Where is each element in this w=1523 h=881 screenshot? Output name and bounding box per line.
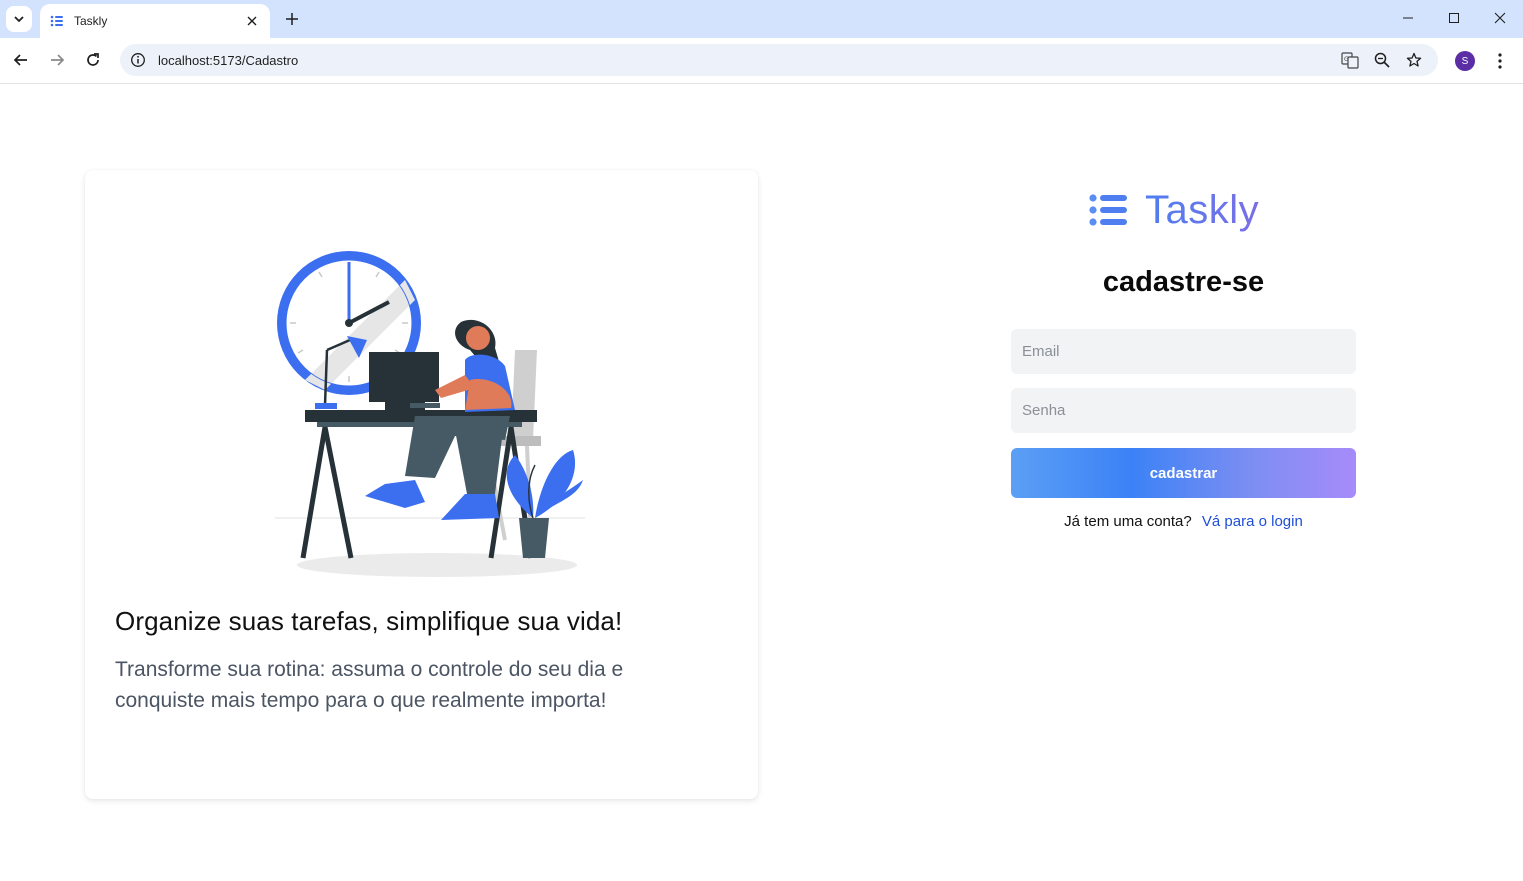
password-field[interactable] [1011,388,1356,433]
star-icon [1406,52,1422,67]
plus-icon [286,13,298,25]
login-prompt-row: Já tem uma conta? Vá para o login [1011,513,1356,530]
svg-text:G: G [1344,56,1349,63]
arrow-left-icon [13,54,27,66]
form-title: cadastre-se [1102,266,1265,298]
profile-avatar[interactable]: S [1455,51,1475,71]
maximize-button[interactable] [1439,6,1469,30]
close-icon [1494,12,1506,24]
arrow-right-icon [51,54,65,66]
browser-toolbar: localhost:5173/Cadastro G S [0,38,1523,84]
hero-card: Organize suas tarefas, simplifique sua v… [85,170,758,799]
hero-subtitle: Transforme sua rotina: assuma o controle… [115,658,624,712]
login-link[interactable]: Vá para o login [1202,513,1303,530]
woman-working-illustration [275,251,585,577]
reload-button[interactable] [79,46,107,74]
tab-title: Taskly [74,14,108,28]
list-icon [1089,193,1127,226]
new-tab-button[interactable] [280,7,304,31]
hero-title: Organize suas tarefas, simplifique sua v… [115,606,623,636]
browser-tabstrip: Taskly [0,0,1523,38]
maximize-icon [1449,13,1459,23]
login-prompt-text: Já tem uma conta? [1064,513,1192,530]
tab-search-button[interactable] [6,6,32,32]
email-field[interactable] [1011,329,1356,374]
bookmark-button[interactable] [1404,50,1424,70]
browser-menu-button[interactable] [1490,50,1510,72]
browser-tab-active[interactable]: Taskly [40,4,270,38]
close-tab-button[interactable] [244,13,260,29]
address-bar[interactable]: localhost:5173/Cadastro G [120,44,1438,76]
reload-icon [87,53,99,66]
brand-logo: Taskly [1089,188,1259,233]
translate-icon: G [1341,52,1359,69]
info-icon[interactable] [130,52,146,68]
chevron-down-icon [14,16,24,23]
brand-name: Taskly [1145,188,1260,232]
translate-button[interactable]: G [1340,50,1360,70]
signup-button[interactable]: cadastrar [1011,448,1356,498]
more-vertical-icon [1498,53,1502,69]
forward-button[interactable] [43,46,71,74]
zoom-button[interactable] [1372,50,1392,70]
url-text: localhost:5173/Cadastro [158,52,299,68]
minimize-button[interactable] [1393,6,1423,30]
minimize-icon [1403,17,1413,19]
list-icon [50,15,63,27]
back-button[interactable] [7,46,35,74]
close-window-button[interactable] [1485,6,1515,30]
close-icon [247,16,257,26]
zoom-out-icon [1374,52,1390,68]
